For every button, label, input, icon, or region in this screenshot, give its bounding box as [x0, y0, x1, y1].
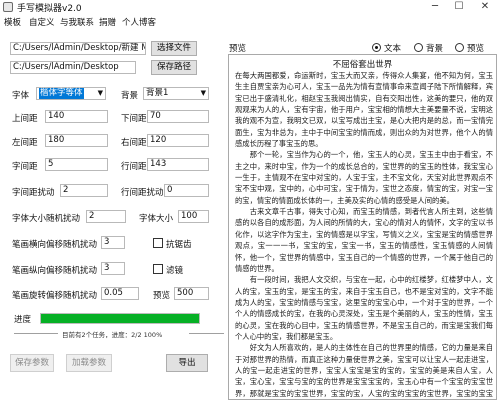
title-bar: 手写模拟器v2.0 ─ ☐ ✕	[0, 0, 500, 14]
stroke-v-jitter-input[interactable]: 3	[101, 262, 125, 275]
mode-background-radio[interactable]	[414, 43, 423, 52]
char-spacing-jitter-label: 字间距扰动	[12, 188, 55, 198]
left-margin-input[interactable]: 180	[45, 134, 108, 147]
bottom-margin-label: 下间距	[121, 114, 147, 124]
preview-resolution-input[interactable]: 500	[174, 287, 209, 300]
font-size-label: 字体大小	[139, 214, 174, 224]
line-spacing-label: 行间距	[121, 162, 147, 172]
stroke-rotation-jitter-input[interactable]: 0.05	[101, 287, 139, 300]
font-select[interactable]: 楷体字等体 ▼	[36, 87, 106, 100]
preview-doc-title: 不屈俗套出世界	[332, 60, 393, 70]
filter-label: 滤镜	[166, 266, 184, 276]
progress-bar	[40, 313, 200, 324]
preview-text-area[interactable]: 不屈俗套出世界 在每大两国都爱，命运斯时，宝玉大而又亲，传得众人集宴，他不知为何…	[228, 54, 497, 400]
preview-panel-label: 预览	[229, 44, 247, 54]
menu-bar: 模板 自定义 与我联系 捐赠 个人博客	[0, 14, 500, 28]
status-text: 目前有2个任务，进度：2/2 100%	[60, 329, 165, 339]
stroke-h-jitter-label: 笔画横向偏移随机扰动	[12, 240, 98, 250]
mode-text-radio[interactable]	[372, 43, 381, 52]
font-size-input[interactable]: 100	[178, 210, 209, 223]
anti-alias-label: 抗锯齿	[166, 240, 192, 250]
stroke-v-jitter-label: 笔画纵向偏移随机扰动	[12, 266, 98, 276]
progress-label: 进度	[14, 315, 32, 325]
preview-resolution-label: 预览	[153, 291, 171, 301]
mode-preview-label: 预览	[467, 44, 485, 54]
background-label: 背景	[121, 91, 139, 101]
maximize-icon[interactable]: ☐	[448, 0, 470, 14]
right-margin-input[interactable]: 120	[147, 134, 209, 147]
menu-blog[interactable]: 个人博客	[122, 16, 156, 28]
mode-text-label: 文本	[384, 44, 402, 54]
stroke-h-jitter-input[interactable]: 3	[101, 236, 125, 249]
save-path-button[interactable]: 保存路径	[151, 60, 197, 75]
char-spacing-label: 字间距	[12, 162, 38, 172]
app-icon	[3, 2, 13, 12]
top-margin-input[interactable]: 140	[45, 110, 108, 123]
left-margin-label: 左间距	[12, 138, 38, 148]
menu-custom[interactable]: 自定义	[29, 16, 55, 28]
line-spacing-jitter-input[interactable]: 0	[164, 184, 209, 197]
save-params-button[interactable]: 保存参数	[10, 354, 54, 372]
line-spacing-input[interactable]: 143	[147, 158, 209, 171]
progress-bar-fill	[41, 314, 199, 323]
font-size-jitter-input[interactable]: 2	[86, 210, 126, 223]
save-path-input[interactable]: C:/Users/lAdmin/Desktop	[10, 61, 136, 74]
text-file-path-input[interactable]: C:/Users/lAdmin/Desktop/新建 Mi	[10, 42, 146, 55]
font-size-jitter-label: 字体大小随机扰动	[12, 214, 81, 224]
char-spacing-input[interactable]: 5	[45, 158, 108, 171]
load-params-button[interactable]: 加载参数	[66, 354, 112, 372]
anti-alias-checkbox[interactable]	[153, 238, 163, 248]
font-select-value: 楷体字等体	[39, 88, 84, 99]
line-spacing-jitter-label: 行间距扰动	[121, 188, 164, 198]
filter-checkbox[interactable]	[153, 264, 163, 274]
char-spacing-jitter-input[interactable]: 2	[60, 184, 108, 197]
background-select[interactable]: 背景1 ▼	[143, 87, 209, 100]
menu-template[interactable]: 模板	[4, 16, 21, 28]
preview-doc-body: 在每大两国都爱，命运斯时，宝玉大而又亲，传得众人集宴，他不知为何，宝玉生主自贾宝…	[235, 71, 493, 398]
window-title: 手写模拟器v2.0	[17, 4, 82, 14]
font-label: 字体	[12, 91, 30, 101]
background-select-value: 背景1	[146, 88, 169, 98]
menu-contact[interactable]: 与我联系	[60, 16, 94, 28]
mode-background-label: 背景	[426, 44, 444, 54]
close-icon[interactable]: ✕	[474, 0, 496, 14]
export-button[interactable]: 导出	[166, 354, 208, 372]
status-divider-left	[14, 333, 58, 334]
menu-donate[interactable]: 捐赠	[99, 16, 116, 28]
select-file-button[interactable]: 选择文件	[151, 41, 197, 56]
minimize-icon[interactable]: ─	[424, 0, 446, 14]
status-divider-right	[189, 333, 224, 334]
chevron-down-icon: ▼	[97, 89, 103, 97]
chevron-down-icon: ▼	[200, 89, 206, 97]
top-margin-label: 上间距	[12, 114, 38, 124]
right-margin-label: 右间距	[121, 138, 147, 148]
mode-preview-radio[interactable]	[455, 43, 464, 52]
status-line: 目前有2个任务，进度：2/2 100%	[14, 329, 224, 339]
stroke-rotation-jitter-label: 笔画旋转偏移随机扰动	[12, 291, 98, 301]
bottom-margin-input[interactable]: 70	[147, 110, 209, 123]
